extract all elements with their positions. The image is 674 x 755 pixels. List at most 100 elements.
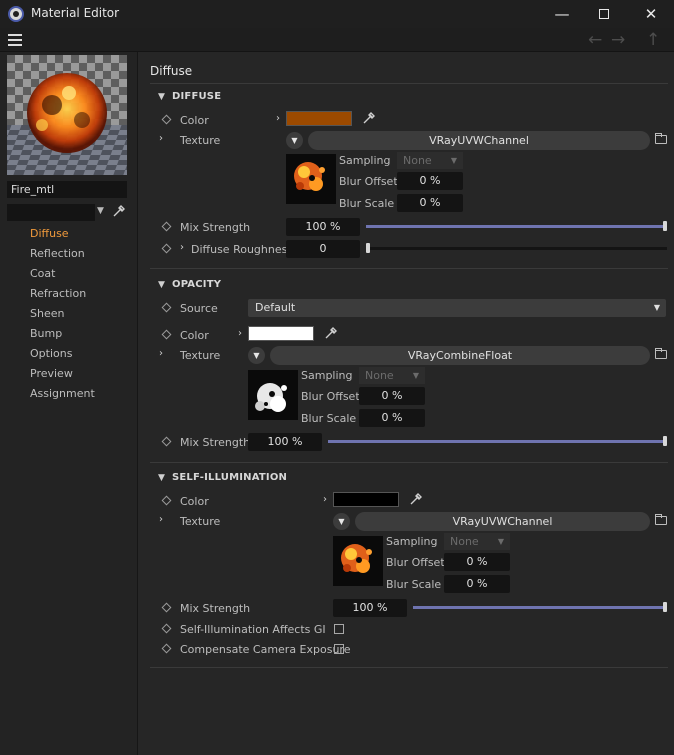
slider-fill (328, 440, 667, 443)
blur-offset-label: Blur Offset (339, 175, 398, 188)
section-collapse-icon[interactable]: ▼ (158, 473, 165, 483)
sampling-select[interactable]: None ▼ (397, 152, 463, 169)
folder-icon[interactable] (655, 348, 667, 359)
chevron-right-icon[interactable]: › (159, 133, 163, 144)
section-heading-diffuse[interactable]: DIFFUSE (172, 91, 221, 102)
cinema4d-logo-icon (8, 6, 24, 22)
sampling-select[interactable]: None ▼ (359, 367, 425, 384)
material-preview[interactable] (7, 55, 127, 175)
opacity-mix-label: Mix Strength (180, 436, 251, 449)
maximize-icon[interactable] (589, 4, 619, 24)
blur-offset-field[interactable]: 0 % (444, 553, 510, 571)
compensate-exposure-checkbox[interactable] (334, 644, 344, 654)
self-illum-color-swatch[interactable] (333, 492, 399, 507)
forward-arrow-icon[interactable]: → (611, 30, 625, 50)
blur-offset-label: Blur Offset (386, 556, 445, 569)
blur-offset-field[interactable]: 0 % (397, 172, 463, 190)
slider-handle[interactable] (663, 436, 667, 446)
slider-handle[interactable] (663, 602, 667, 612)
nav-item-coat[interactable]: Coat (30, 267, 55, 280)
opacity-texture-shader[interactable]: VRayCombineFloat (270, 346, 650, 365)
divider (150, 667, 668, 668)
chevron-down-icon[interactable]: ▼ (286, 132, 303, 149)
chevron-right-icon[interactable]: › (180, 242, 184, 253)
sampling-value: None (450, 535, 479, 548)
blur-scale-field[interactable]: 0 % (397, 194, 463, 212)
chevron-down-icon: ▼ (653, 303, 660, 312)
diffuse-mix-field[interactable]: 100 % (286, 218, 360, 236)
eyedropper-icon[interactable] (324, 326, 338, 340)
blur-scale-label: Blur Scale (386, 578, 442, 591)
self-illum-mix-slider[interactable] (413, 602, 667, 612)
menu-icon[interactable] (8, 34, 22, 46)
chevron-down-icon[interactable]: ▼ (333, 513, 350, 530)
opacity-color-label: Color (180, 329, 209, 342)
chevron-right-icon[interactable]: › (159, 514, 163, 525)
diffuse-color-swatch[interactable] (286, 111, 352, 126)
material-name-field[interactable]: Fire_mtl (7, 181, 127, 198)
slider-handle[interactable] (663, 221, 667, 231)
minimize-icon[interactable]: — (547, 4, 577, 24)
self-illum-texture-shader[interactable]: VRayUVWChannel (355, 512, 650, 531)
self-illum-mix-field[interactable]: 100 % (333, 599, 407, 617)
chevron-down-icon[interactable]: ▼ (97, 206, 104, 216)
nav-item-diffuse[interactable]: Diffuse (30, 227, 69, 240)
opacity-source-value: Default (255, 301, 296, 314)
nav-item-reflection[interactable]: Reflection (30, 247, 85, 260)
diffuse-color-label: Color (180, 114, 209, 127)
affects-gi-checkbox[interactable] (334, 624, 344, 634)
chevron-right-icon[interactable]: › (159, 348, 163, 359)
diffuse-roughness-slider[interactable] (366, 243, 667, 253)
chevron-down-icon[interactable]: ▼ (248, 347, 265, 364)
diffuse-mix-label: Mix Strength (180, 221, 251, 234)
back-arrow-icon[interactable]: ← (588, 30, 602, 50)
sampling-label: Sampling (339, 154, 391, 167)
eyedropper-icon[interactable] (409, 492, 423, 506)
eyedropper-icon[interactable] (112, 204, 126, 218)
self-illum-texture-thumbnail (333, 536, 383, 586)
diffuse-roughness-field[interactable]: 0 (286, 240, 360, 258)
material-selector[interactable] (7, 204, 95, 221)
chevron-right-icon[interactable]: › (276, 113, 280, 124)
close-icon[interactable]: ✕ (636, 4, 666, 24)
section-heading-self-illumination[interactable]: SELF-ILLUMINATION (172, 472, 287, 483)
diffuse-texture-thumbnail (286, 154, 336, 204)
nav-item-sheen[interactable]: Sheen (30, 307, 64, 320)
chevron-down-icon: ▼ (497, 537, 504, 546)
blur-offset-field[interactable]: 0 % (359, 387, 425, 405)
blur-scale-field[interactable]: 0 % (359, 409, 425, 427)
affects-gi-label: Self-Illumination Affects GI (180, 623, 326, 636)
nav-item-assignment[interactable]: Assignment (30, 387, 95, 400)
opacity-mix-slider[interactable] (328, 436, 667, 446)
diffuse-mix-slider[interactable] (366, 221, 667, 231)
opacity-source-label: Source (180, 302, 218, 315)
up-arrow-icon[interactable]: ↑ (646, 30, 660, 50)
chevron-right-icon[interactable]: › (323, 494, 327, 505)
blur-scale-field[interactable]: 0 % (444, 575, 510, 593)
chevron-right-icon[interactable]: › (238, 328, 242, 339)
eyedropper-icon[interactable] (362, 111, 376, 125)
section-heading-opacity[interactable]: OPACITY (172, 279, 221, 290)
nav-item-options[interactable]: Options (30, 347, 72, 360)
folder-icon[interactable] (655, 514, 667, 525)
diffuse-texture-shader[interactable]: VRayUVWChannel (308, 131, 650, 150)
opacity-mix-field[interactable]: 100 % (248, 433, 322, 451)
section-collapse-icon[interactable]: ▼ (158, 92, 165, 102)
blur-offset-label: Blur Offset (301, 390, 360, 403)
divider (150, 83, 668, 84)
divider (150, 462, 668, 463)
slider-handle[interactable] (366, 243, 370, 253)
chevron-down-icon: ▼ (412, 371, 419, 380)
sampling-label: Sampling (301, 369, 353, 382)
slider-fill (413, 606, 667, 609)
section-collapse-icon[interactable]: ▼ (158, 280, 165, 290)
nav-item-refraction[interactable]: Refraction (30, 287, 86, 300)
folder-icon[interactable] (655, 133, 667, 144)
opacity-source-select[interactable]: Default ▼ (248, 299, 666, 317)
opacity-color-swatch[interactable] (248, 326, 314, 341)
nav-item-preview[interactable]: Preview (30, 367, 73, 380)
nav-item-bump[interactable]: Bump (30, 327, 62, 340)
compensate-exposure-label: Compensate Camera Exposure (180, 643, 351, 656)
sampling-value: None (403, 154, 432, 167)
sampling-select[interactable]: None ▼ (444, 533, 510, 550)
